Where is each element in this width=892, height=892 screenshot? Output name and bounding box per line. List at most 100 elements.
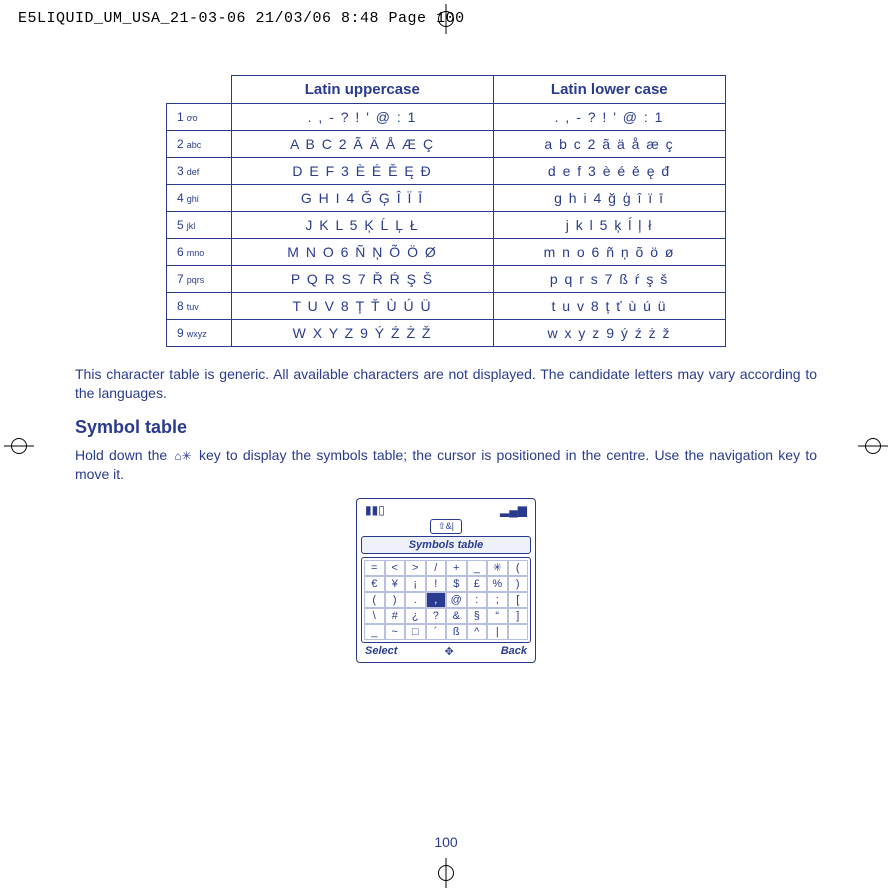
crop-mark-right [858, 431, 888, 461]
symbol-cell[interactable]: . [405, 592, 426, 608]
table-header-upper: Latin uppercase [232, 76, 494, 104]
symbol-cell[interactable]: ✳ [487, 560, 508, 576]
lowercase-cell: d e f 3 è é ě ę đ [493, 158, 725, 185]
lowercase-cell: . , - ? ! ' @ : 1 [493, 104, 725, 131]
symbol-cell[interactable]: ] [508, 608, 529, 624]
symbol-cell[interactable]: [ [508, 592, 529, 608]
key-cell: 7 pqrs [167, 266, 232, 293]
phone-screen-mockup: ▮▮▯ ▂▄▆ ⇧&| Symbols table =<>/+_✳(€¥¡!$£… [356, 498, 536, 663]
table-row: 7 pqrsP Q R S 7 Ř Ŕ Ş Šp q r s 7 ß ŕ ş š [167, 266, 726, 293]
key-cell: 3 def [167, 158, 232, 185]
uppercase-cell: M N O 6 Ñ Ņ Õ Ö Ø [232, 239, 494, 266]
symbol-cell[interactable]: ß [446, 624, 467, 640]
table-row: 5 jklJ K L 5 Ķ Ĺ Ļ Łj k l 5 ķ ĺ ļ ł [167, 212, 726, 239]
section-heading-symbol-table: Symbol table [75, 417, 817, 438]
input-mode-indicator: ⇧&| [430, 519, 462, 534]
key-cell: 9 wxyz [167, 320, 232, 347]
lowercase-cell: m n o 6 ñ ņ õ ö ø [493, 239, 725, 266]
lowercase-cell: a b c 2 ã ä å æ ç [493, 131, 725, 158]
symbol-cell[interactable]: _ [364, 624, 385, 640]
symbols-table-title: Symbols table [361, 536, 531, 554]
symbol-cell[interactable]: § [467, 608, 488, 624]
lowercase-cell: w x y z 9 ý ź ż ž [493, 320, 725, 347]
symbol-cell[interactable]: ¿ [405, 608, 426, 624]
lowercase-cell: t u v 8 ț ť ù ú ü [493, 293, 725, 320]
symbol-cell[interactable]: : [467, 592, 488, 608]
symbol-cell[interactable]: “ [487, 608, 508, 624]
table-note-text: This character table is generic. All ava… [75, 365, 817, 403]
symbol-cell[interactable]: ¡ [405, 576, 426, 592]
symbol-cell[interactable]: ( [364, 592, 385, 608]
symbol-cell[interactable]: □ [405, 624, 426, 640]
nav-key-icon[interactable]: ✥ [444, 645, 453, 658]
uppercase-cell: J K L 5 Ķ Ĺ Ļ Ł [232, 212, 494, 239]
page-number: 100 [0, 834, 892, 850]
uppercase-cell: P Q R S 7 Ř Ŕ Ş Š [232, 266, 494, 293]
key-cell: 8 tuv [167, 293, 232, 320]
symbol-cell[interactable]: ) [508, 576, 529, 592]
symbol-cell[interactable]: _ [467, 560, 488, 576]
symbol-cell[interactable]: ¥ [385, 576, 406, 592]
symbol-cell[interactable]: + [446, 560, 467, 576]
symbol-cell[interactable]: € [364, 576, 385, 592]
symbol-cell[interactable]: ( [508, 560, 529, 576]
key-cell: 1 ơo [167, 104, 232, 131]
uppercase-cell: G H I 4 Ğ Ģ Î Ï Ī [232, 185, 494, 212]
key-cell: 4 ghi [167, 185, 232, 212]
symbol-cell[interactable]: ) [385, 592, 406, 608]
symbol-cell[interactable]: / [426, 560, 447, 576]
symbol-cell[interactable]: ? [426, 608, 447, 624]
uppercase-cell: T U V 8 Ț Ť Ù Ú Ü [232, 293, 494, 320]
symbol-cell[interactable]: > [405, 560, 426, 576]
symbol-cell[interactable]: ~ [385, 624, 406, 640]
symbol-cell[interactable]: ! [426, 576, 447, 592]
table-row: 8 tuvT U V 8 Ț Ť Ù Ú Üt u v 8 ț ť ù ú ü [167, 293, 726, 320]
key-cell: 6 mno [167, 239, 232, 266]
table-row: 1 ơo. , - ? ! ' @ : 1. , - ? ! ' @ : 1 [167, 104, 726, 131]
symbol-cell[interactable]: @ [446, 592, 467, 608]
key-cell: 5 jkl [167, 212, 232, 239]
softkey-back[interactable]: Back [501, 645, 527, 658]
symbol-cell[interactable]: $ [446, 576, 467, 592]
symbol-cell[interactable]: £ [467, 576, 488, 592]
page-content: Latin uppercase Latin lower case 1 ơo. ,… [75, 75, 817, 663]
symbols-grid: =<>/+_✳(€¥¡!$£%)().,@:;[\#¿?&§“]_~□´ß^| [361, 557, 531, 643]
table-row: 4 ghiG H I 4 Ğ Ģ Î Ï Īg h i 4 ğ ģ î ï ī [167, 185, 726, 212]
symbol-cell[interactable]: < [385, 560, 406, 576]
symbol-cell[interactable]: \ [364, 608, 385, 624]
table-row: 3 defD E F 3 È É Ě Ę Đd e f 3 è é ě ę đ [167, 158, 726, 185]
softkey-select[interactable]: Select [365, 645, 397, 658]
symbol-cell[interactable] [508, 624, 529, 640]
symbol-cell[interactable]: # [385, 608, 406, 624]
symbol-cell[interactable]: | [487, 624, 508, 640]
lowercase-cell: p q r s 7 ß ŕ ş š [493, 266, 725, 293]
intro-text-before: Hold down the [75, 447, 172, 463]
table-row: 9 wxyzW X Y Z 9 Ý Ź Ż Žw x y z 9 ý ź ż ž [167, 320, 726, 347]
crop-mark-left [4, 431, 34, 461]
symbol-cell[interactable]: ; [487, 592, 508, 608]
crop-mark-bottom [431, 858, 461, 888]
lowercase-cell: j k l 5 ķ ĺ ļ ł [493, 212, 725, 239]
lowercase-cell: g h i 4 ğ ģ î ï ī [493, 185, 725, 212]
star-key-icon: ⌂✳ [172, 448, 193, 464]
table-header-empty [167, 76, 232, 104]
uppercase-cell: A B C 2 Ã Ä Å Æ Ç [232, 131, 494, 158]
signal-icon: ▂▄▆ [500, 503, 527, 517]
uppercase-cell: D E F 3 È É Ě Ę Đ [232, 158, 494, 185]
symbol-cell[interactable]: ´ [426, 624, 447, 640]
uppercase-cell: W X Y Z 9 Ý Ź Ż Ž [232, 320, 494, 347]
battery-icon: ▮▮▯ [365, 503, 385, 517]
symbol-cell[interactable]: ^ [467, 624, 488, 640]
character-table: Latin uppercase Latin lower case 1 ơo. ,… [166, 75, 726, 347]
table-header-lower: Latin lower case [493, 76, 725, 104]
symbol-cell[interactable]: = [364, 560, 385, 576]
uppercase-cell: . , - ? ! ' @ : 1 [232, 104, 494, 131]
symbol-table-intro: Hold down the ⌂✳ key to display the symb… [75, 446, 817, 484]
prepress-header: E5LIQUID_UM_USA_21-03-06 21/03/06 8:48 P… [18, 10, 465, 27]
symbol-cell[interactable]: % [487, 576, 508, 592]
symbol-cell[interactable]: , [426, 592, 447, 608]
table-row: 2 abcA B C 2 Ã Ä Å Æ Ça b c 2 ã ä å æ ç [167, 131, 726, 158]
table-row: 6 mnoM N O 6 Ñ Ņ Õ Ö Øm n o 6 ñ ņ õ ö ø [167, 239, 726, 266]
key-cell: 2 abc [167, 131, 232, 158]
symbol-cell[interactable]: & [446, 608, 467, 624]
